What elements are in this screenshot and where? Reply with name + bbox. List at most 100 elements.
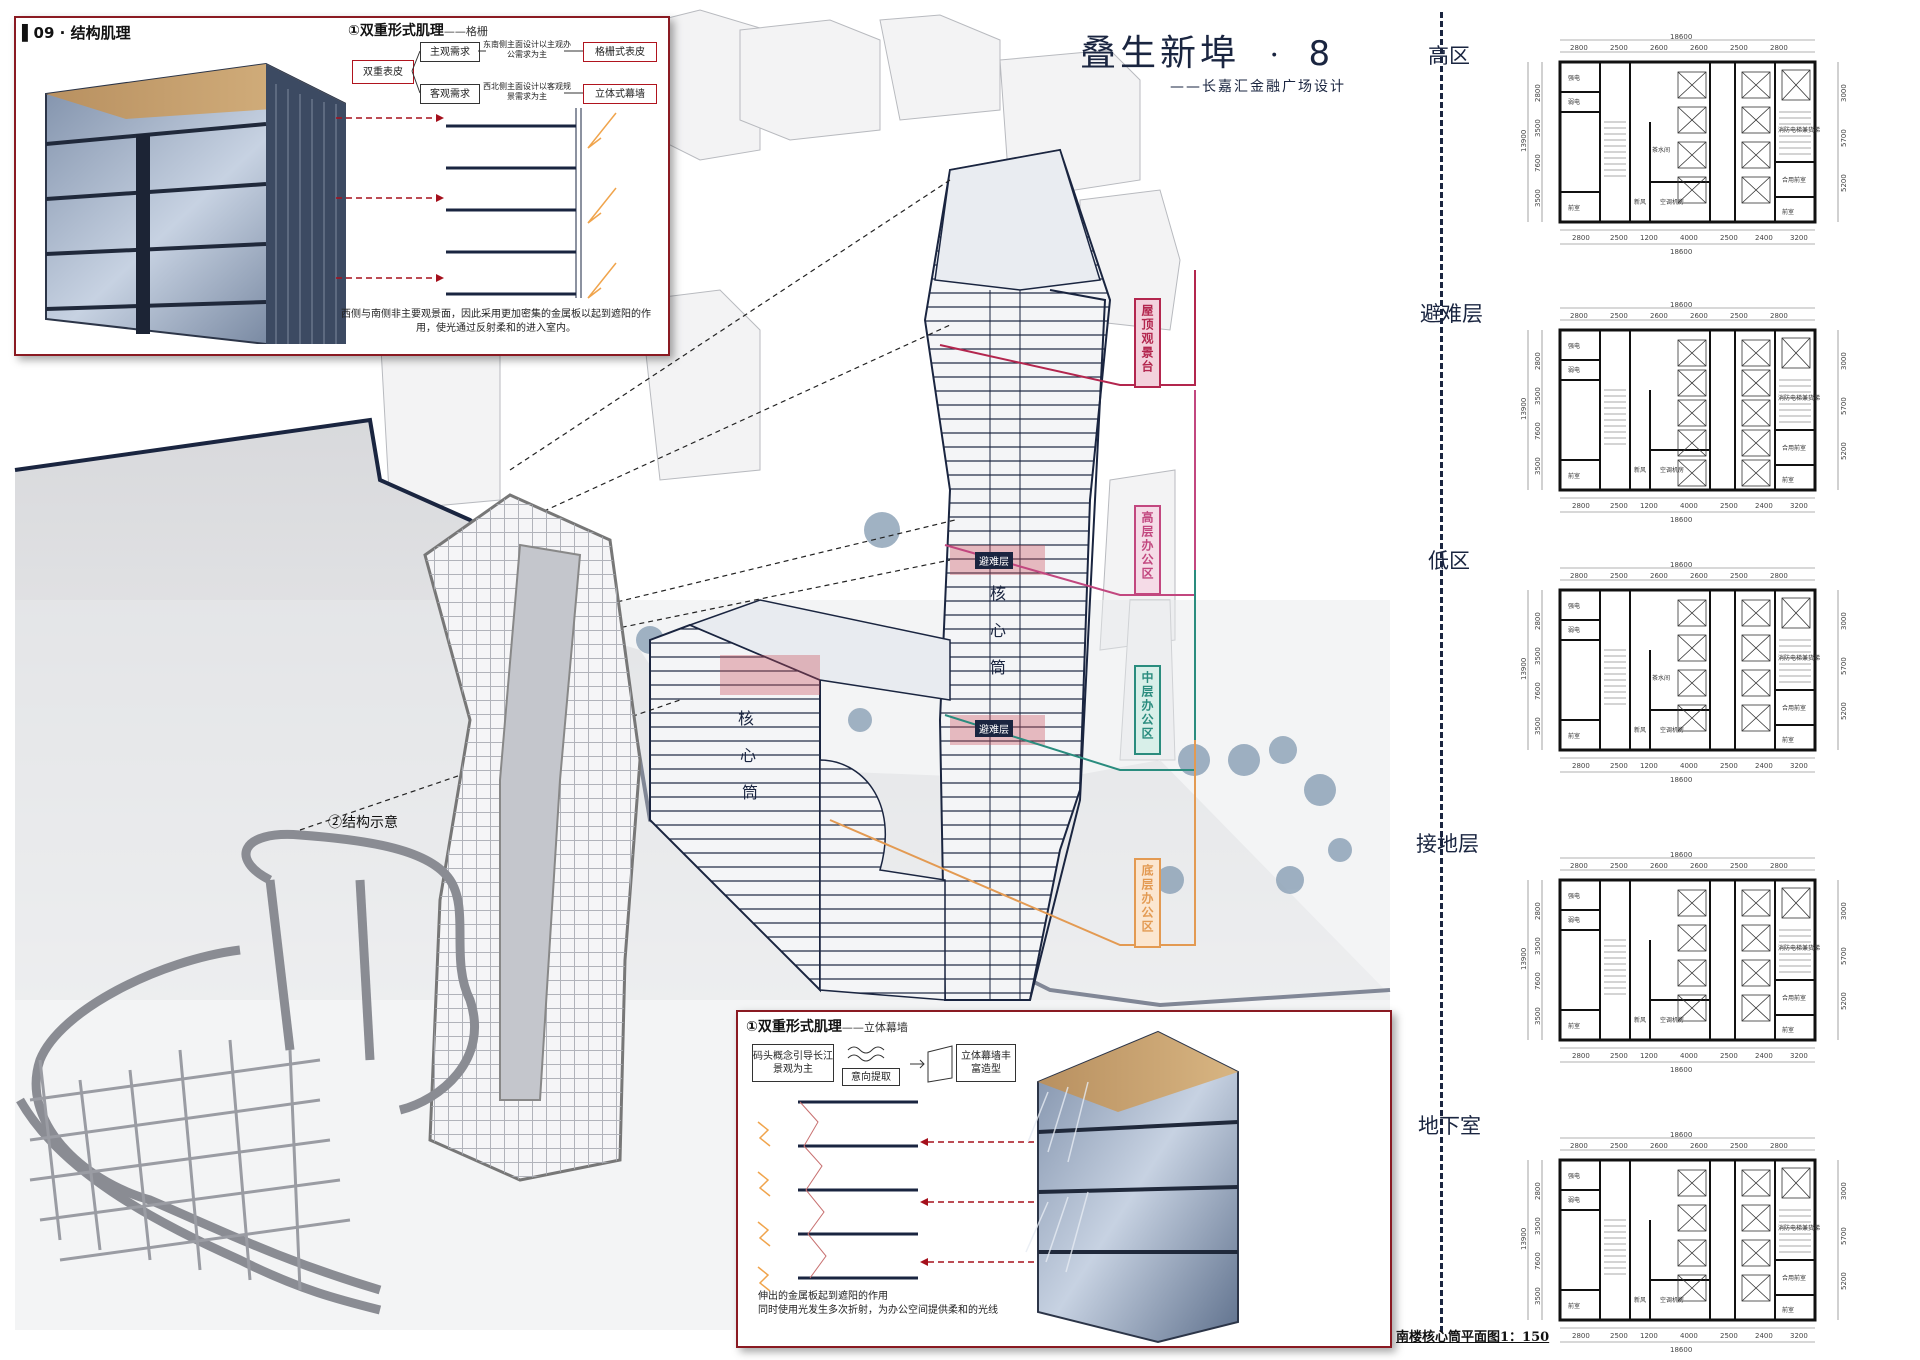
svg-text:4000: 4000 xyxy=(1680,762,1698,770)
svg-text:2600: 2600 xyxy=(1690,312,1708,320)
svg-text:空调机房: 空调机房 xyxy=(1660,198,1684,206)
core-low-char-3: 筒 xyxy=(742,783,759,802)
svg-text:13900: 13900 xyxy=(1520,948,1528,970)
svg-text:2800: 2800 xyxy=(1534,352,1542,370)
svg-text:3000: 3000 xyxy=(1840,902,1848,920)
svg-text:茶水间: 茶水间 xyxy=(1652,146,1670,154)
svg-text:7600: 7600 xyxy=(1534,422,1542,440)
svg-text:2800: 2800 xyxy=(1770,1142,1788,1150)
zone-label-basement: 地下室 xyxy=(1418,1114,1481,1138)
core-plan-2: 强电弱电前室 合用前室空调机房 新风 消防电梯兼货梯前室 2800 2500 2600 260… xyxy=(1520,301,1848,524)
svg-text:2500: 2500 xyxy=(1610,1142,1628,1150)
svg-text:强电: 强电 xyxy=(1568,74,1580,82)
svg-text:2500: 2500 xyxy=(1610,44,1628,52)
req-client-box: 客观需求 xyxy=(420,84,480,104)
svg-text:2500: 2500 xyxy=(1610,762,1628,770)
svg-text:新风: 新风 xyxy=(1634,466,1646,474)
svg-text:3500: 3500 xyxy=(1534,1287,1542,1305)
svg-text:2800: 2800 xyxy=(1572,1052,1590,1060)
svg-text:7600: 7600 xyxy=(1534,972,1542,990)
svg-text:4000: 4000 xyxy=(1680,234,1698,242)
zone-label-refuge: 避难层 xyxy=(1420,302,1483,326)
req-main-desc: 东南侧主面设计以主观办公需求为主 xyxy=(483,40,571,59)
title-number: 8 xyxy=(1308,34,1335,74)
svg-text:5200: 5200 xyxy=(1840,992,1848,1010)
svg-text:5200: 5200 xyxy=(1840,442,1848,460)
svg-text:合用前室: 合用前室 xyxy=(1782,1274,1806,1282)
svg-text:2800: 2800 xyxy=(1534,84,1542,102)
svg-text:前室: 前室 xyxy=(1568,204,1580,212)
title-main: 叠生新埠 · 8 xyxy=(1080,33,1335,74)
svg-text:2600: 2600 xyxy=(1690,1142,1708,1150)
svg-text:3200: 3200 xyxy=(1790,234,1808,242)
refuge-label-2: 避难层 xyxy=(975,720,1013,737)
svg-text:2400: 2400 xyxy=(1755,234,1773,242)
svg-text:空调机房: 空调机房 xyxy=(1660,1296,1684,1304)
svg-text:消防电梯兼货梯: 消防电梯兼货梯 xyxy=(1778,654,1820,662)
core-char-1: 核 xyxy=(990,584,1007,603)
svg-text:强电: 强电 xyxy=(1568,602,1580,610)
svg-text:2400: 2400 xyxy=(1755,1332,1773,1340)
svg-text:2500: 2500 xyxy=(1720,234,1738,242)
svg-text:7600: 7600 xyxy=(1534,1252,1542,1270)
svg-text:2800: 2800 xyxy=(1572,762,1590,770)
zone-label-lower: 低区 xyxy=(1428,549,1470,573)
svg-text:前室: 前室 xyxy=(1782,1306,1794,1314)
panel-bottom-caption-2: 同时使用光发生多次折射，为办公空间提供柔和的光线 xyxy=(758,1305,998,1316)
svg-text:2800: 2800 xyxy=(1570,862,1588,870)
svg-text:2500: 2500 xyxy=(1720,1052,1738,1060)
core-low-char-1: 核 xyxy=(738,709,755,728)
svg-text:2600: 2600 xyxy=(1690,44,1708,52)
svg-text:2400: 2400 xyxy=(1755,1052,1773,1060)
svg-text:新风: 新风 xyxy=(1634,726,1646,734)
zone-label-high: 高层办公区 xyxy=(1134,505,1161,595)
svg-text:合用前室: 合用前室 xyxy=(1782,704,1806,712)
svg-text:空调机房: 空调机房 xyxy=(1660,466,1684,474)
svg-text:18600: 18600 xyxy=(1670,851,1692,859)
svg-text:2600: 2600 xyxy=(1650,1142,1668,1150)
svg-text:3500: 3500 xyxy=(1534,387,1542,405)
svg-text:13900: 13900 xyxy=(1520,658,1528,680)
svg-text:2500: 2500 xyxy=(1610,1052,1628,1060)
svg-text:2800: 2800 xyxy=(1534,902,1542,920)
root-box: 双重表皮 xyxy=(352,60,414,84)
svg-text:2800: 2800 xyxy=(1534,612,1542,630)
svg-text:1200: 1200 xyxy=(1640,234,1658,242)
svg-text:2600: 2600 xyxy=(1690,862,1708,870)
panel-top-heading-text: ①双重形式肌理 xyxy=(348,23,444,39)
svg-text:13900: 13900 xyxy=(1520,130,1528,152)
svg-text:2800: 2800 xyxy=(1572,1332,1590,1340)
req-main-box: 主观需求 xyxy=(420,42,480,62)
svg-text:2500: 2500 xyxy=(1610,1332,1628,1340)
svg-text:茶水间: 茶水间 xyxy=(1652,674,1670,682)
svg-text:5200: 5200 xyxy=(1840,702,1848,720)
svg-text:3200: 3200 xyxy=(1790,1332,1808,1340)
svg-text:5700: 5700 xyxy=(1840,657,1848,675)
svg-text:5700: 5700 xyxy=(1840,129,1848,147)
svg-text:2500: 2500 xyxy=(1720,1332,1738,1340)
svg-text:3200: 3200 xyxy=(1790,502,1808,510)
svg-text:3500: 3500 xyxy=(1534,647,1542,665)
svg-text:2800: 2800 xyxy=(1570,1142,1588,1150)
svg-text:2500: 2500 xyxy=(1720,762,1738,770)
svg-text:前室: 前室 xyxy=(1568,472,1580,480)
panel-grille: ▌09 · 结构肌理 ①双重形式肌理——格栅 双重表皮 主观需求 东南侧主面设计… xyxy=(14,16,670,356)
svg-text:2800: 2800 xyxy=(1770,862,1788,870)
zone-label-low: 底层办公区 xyxy=(1134,858,1161,948)
svg-text:18600: 18600 xyxy=(1670,1131,1692,1139)
title-subtitle: ——长嘉汇金融广场设计 xyxy=(1170,79,1346,95)
svg-text:合用前室: 合用前室 xyxy=(1782,444,1806,452)
panel-bottom-caption-1: 伸出的金属板起到遮阳的作用 xyxy=(758,1291,888,1302)
svg-text:新风: 新风 xyxy=(1634,198,1646,206)
svg-text:空调机房: 空调机房 xyxy=(1660,1016,1684,1024)
grille-perspective xyxy=(45,62,346,344)
section-title: ▌09 · 结构肌理 xyxy=(22,24,131,42)
svg-text:2600: 2600 xyxy=(1690,572,1708,580)
svg-text:3500: 3500 xyxy=(1534,1217,1542,1235)
svg-text:18600: 18600 xyxy=(1670,33,1692,41)
svg-text:5700: 5700 xyxy=(1840,1227,1848,1245)
section-title-text: 09 · 结构肌理 xyxy=(33,24,131,42)
zone-label-roof: 屋顶观景台 xyxy=(1134,298,1161,388)
svg-text:5200: 5200 xyxy=(1840,1272,1848,1290)
svg-text:2500: 2500 xyxy=(1730,44,1748,52)
